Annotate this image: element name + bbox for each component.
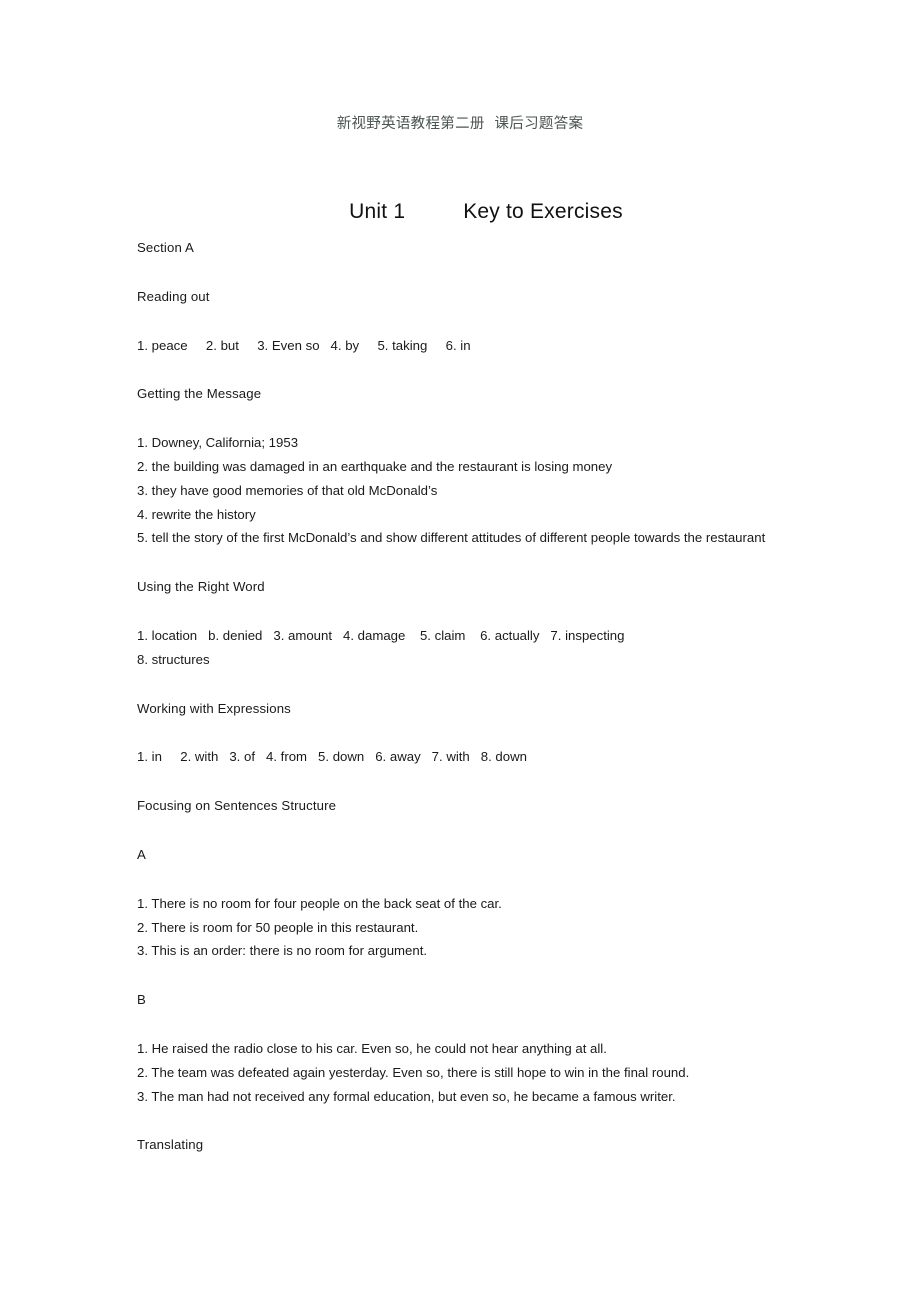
list-item: 2. The team was defeated again yesterday… <box>137 1064 690 1080</box>
heading-getting-the-message: Getting the Message <box>137 386 262 402</box>
title-key-to-exercises: Key to Exercises <box>463 200 623 223</box>
heading-translating: Translating <box>137 1137 204 1153</box>
heading-working-with-expressions: Working with Expressions <box>137 700 291 716</box>
list-item: 1. He raised the radio close to his car.… <box>137 1040 607 1056</box>
using-the-right-word-answers-line-1: 1. location b. denied 3. amount 4. damag… <box>137 627 625 643</box>
list-item: 3. The man had not received any formal e… <box>137 1088 676 1104</box>
list-item: 1. Downey, California; 1953 <box>137 435 299 451</box>
list-item: 2. There is room for 50 people in this r… <box>137 919 419 935</box>
list-item: 3. This is an order: there is no room fo… <box>137 943 428 959</box>
document-page: 新视野英语教程第二册 课后习题答案 Unit 1 Key to Exercises… <box>0 0 920 1302</box>
list-item: 1. There is no room for four people on t… <box>137 895 502 911</box>
using-the-right-word-answers-line-2: 8. structures <box>137 651 210 667</box>
document-body: Section A Reading out 1. peace 2. but 3.… <box>137 236 789 1157</box>
heading-focusing-on-sentences-structure: Focusing on Sentences Structure <box>137 798 337 814</box>
working-with-expressions-answers: 1. in 2. with 3. of 4. from 5. down 6. a… <box>137 749 527 765</box>
list-item: 5. tell the story of the first McDonald’… <box>137 530 766 546</box>
running-header: 新视野英语教程第二册 课后习题答案 <box>336 116 584 132</box>
section-a-label: Section A <box>137 240 194 255</box>
subheading-a: A <box>137 846 146 862</box>
list-item: 2. the building was damaged in an earthq… <box>137 458 613 474</box>
subheading-b: B <box>137 992 146 1008</box>
heading-reading-out: Reading out <box>137 288 210 304</box>
heading-using-the-right-word: Using the Right Word <box>137 579 265 595</box>
reading-out-answers: 1. peace 2. but 3. Even so 4. by 5. taki… <box>137 337 471 353</box>
list-item: 3. they have good memories of that old M… <box>137 482 438 498</box>
title-unit: Unit 1 <box>349 200 406 223</box>
list-item: 4. rewrite the history <box>137 506 256 522</box>
